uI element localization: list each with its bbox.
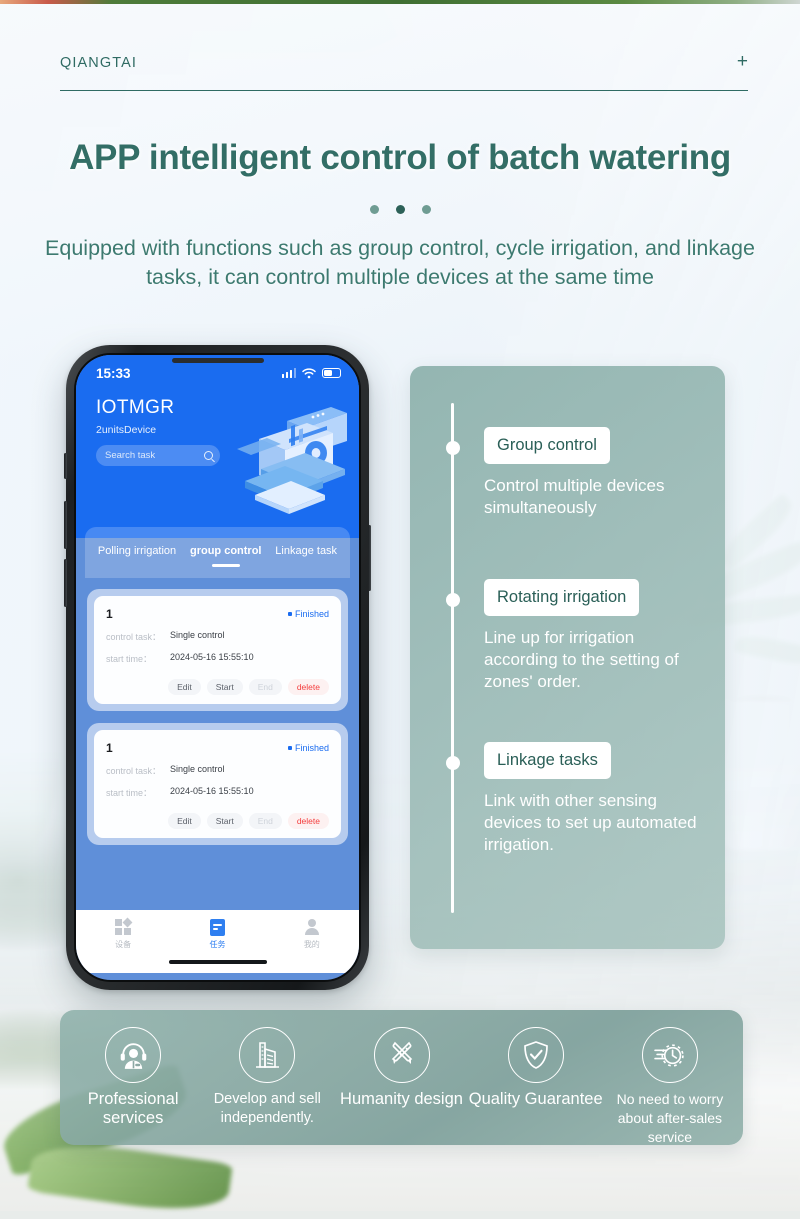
feature-chip: Group control bbox=[484, 427, 610, 464]
benefit-develop-and-sell: Develop and sell independently. bbox=[200, 1027, 334, 1128]
benefit-professional-services: Professional services bbox=[66, 1027, 200, 1128]
brand-name: QIANGTAI bbox=[60, 55, 138, 71]
page-title: APP intelligent control of batch waterin… bbox=[69, 138, 731, 177]
feature-item-group-control: Group control Control multiple devices s… bbox=[484, 427, 712, 519]
benefit-label: Quality Guarantee bbox=[468, 1090, 603, 1108]
feature-chip: Rotating irrigation bbox=[484, 579, 640, 616]
control-task-label: control task： bbox=[106, 632, 162, 642]
status-badge: Finished bbox=[287, 743, 329, 753]
benefit-label: Professional services bbox=[87, 1090, 179, 1127]
feature-chip: Linkage tasks bbox=[484, 742, 611, 779]
timeline-dot bbox=[445, 441, 460, 455]
add-button[interactable]: + bbox=[737, 52, 748, 71]
nav-label-devices: 设备 bbox=[115, 940, 132, 949]
nav-item-devices[interactable]: 设备 bbox=[76, 917, 170, 950]
status-dot-icon bbox=[287, 746, 292, 750]
fast-clock-icon bbox=[641, 1027, 698, 1083]
task-card[interactable]: 1 Finished control task： Single control … bbox=[87, 723, 348, 845]
page-subtitle: Equipped with functions such as group co… bbox=[45, 236, 755, 289]
status-badge: Finished bbox=[287, 609, 329, 619]
separator-dot bbox=[421, 205, 431, 214]
phone-screen: 15:33 IOTMGR 2unitsDevice Search task Po… bbox=[74, 353, 361, 982]
signal-bars-icon bbox=[281, 368, 296, 378]
start-time-label: start time： bbox=[106, 654, 153, 664]
tab-linkage-task[interactable]: Linkage task bbox=[275, 544, 337, 561]
task-document-icon bbox=[209, 918, 225, 936]
iot-dashboard-illustration bbox=[237, 407, 347, 514]
task-list: 1 Finished control task： Single control … bbox=[76, 578, 359, 910]
wifi-icon bbox=[302, 367, 316, 378]
pencil-ruler-icon bbox=[373, 1027, 430, 1083]
benefit-humanity-design: Humanity design bbox=[334, 1027, 468, 1109]
benefit-after-sales-service: No need to worry about after-sales servi… bbox=[603, 1027, 737, 1147]
feature-description: Control multiple devices simultaneously bbox=[484, 476, 665, 517]
edit-button[interactable]: Edit bbox=[168, 813, 201, 829]
status-dot-icon bbox=[287, 612, 292, 616]
top-edge-strip bbox=[0, 0, 800, 4]
tab-group-control[interactable]: group control bbox=[190, 544, 262, 561]
start-button[interactable]: Start bbox=[206, 679, 243, 695]
search-placeholder: Search task bbox=[105, 450, 156, 461]
feature-item-linkage-tasks: Linkage tasks Link with other sensing de… bbox=[484, 742, 712, 856]
start-time-value: 2024-05-16 15:55:10 bbox=[170, 786, 254, 796]
home-indicator[interactable] bbox=[168, 960, 267, 964]
benefit-label: Develop and sell independently. bbox=[213, 1091, 321, 1126]
headset-support-icon bbox=[105, 1027, 162, 1083]
grid-icon bbox=[115, 917, 133, 935]
status-icons bbox=[281, 367, 341, 379]
start-time-value: 2024-05-16 15:55:10 bbox=[170, 652, 254, 662]
timeline-dot bbox=[445, 593, 460, 607]
shield-check-icon bbox=[507, 1027, 564, 1083]
task-number: 1 bbox=[106, 607, 113, 621]
search-icon bbox=[204, 451, 213, 460]
dot-separator bbox=[0, 205, 800, 214]
control-task-value: Single control bbox=[170, 630, 225, 640]
battery-icon bbox=[322, 368, 341, 378]
status-time: 15:33 bbox=[96, 365, 131, 381]
tab-polling-irrigation[interactable]: Polling irrigation bbox=[98, 544, 176, 561]
separator-dot bbox=[395, 205, 405, 214]
benefit-label: No need to worry about after-sales servi… bbox=[616, 1091, 724, 1145]
app-header: 15:33 IOTMGR 2unitsDevice Search task bbox=[76, 355, 359, 538]
feature-description: Line up for irrigation according to the … bbox=[484, 628, 679, 691]
benefit-quality-guarantee: Quality Guarantee bbox=[469, 1027, 603, 1109]
delete-button[interactable]: delete bbox=[287, 813, 329, 829]
end-button: End bbox=[248, 679, 282, 695]
edit-button[interactable]: Edit bbox=[168, 679, 201, 695]
nav-item-tasks[interactable]: 任务 bbox=[170, 918, 264, 950]
task-number: 1 bbox=[106, 741, 113, 755]
feature-item-rotating-irrigation: Rotating irrigation Line up for irrigati… bbox=[484, 579, 712, 693]
phone-volume-down-button[interactable] bbox=[64, 559, 67, 607]
search-input[interactable]: Search task bbox=[96, 445, 220, 466]
control-task-label: control task： bbox=[106, 766, 162, 776]
end-button: End bbox=[248, 813, 282, 829]
person-icon bbox=[304, 918, 320, 936]
separator-dot bbox=[369, 205, 379, 214]
nav-item-profile[interactable]: 我的 bbox=[265, 918, 359, 950]
nav-label-profile: 我的 bbox=[303, 940, 320, 949]
feature-description: Link with other sensing devices to set u… bbox=[484, 791, 697, 854]
app-bottom-nav: 设备 任务 我的 bbox=[76, 910, 359, 973]
delete-button[interactable]: delete bbox=[287, 679, 329, 695]
phone-speaker-notch bbox=[171, 358, 264, 363]
nav-label-tasks: 任务 bbox=[209, 940, 226, 949]
app-tab-bar: Polling irrigation group control Linkage… bbox=[85, 527, 350, 578]
start-button[interactable]: Start bbox=[206, 813, 243, 829]
control-task-value: Single control bbox=[170, 764, 225, 774]
timeline-line bbox=[451, 403, 454, 913]
start-time-label: start time： bbox=[106, 788, 153, 798]
task-card[interactable]: 1 Finished control task： Single control … bbox=[87, 589, 348, 711]
benefit-label: Humanity design bbox=[340, 1090, 463, 1108]
phone-mute-button[interactable] bbox=[64, 453, 67, 479]
page-header: QIANGTAI + bbox=[60, 52, 748, 91]
feature-panel: Group control Control multiple devices s… bbox=[410, 366, 725, 949]
building-icon bbox=[239, 1027, 296, 1083]
timeline-dot bbox=[445, 756, 460, 770]
phone-mockup: 15:33 IOTMGR 2unitsDevice Search task Po… bbox=[64, 345, 371, 990]
benefits-strip: Professional services Develop and sell i… bbox=[60, 1010, 743, 1145]
phone-volume-up-button[interactable] bbox=[64, 501, 67, 549]
phone-power-button[interactable] bbox=[368, 525, 371, 591]
